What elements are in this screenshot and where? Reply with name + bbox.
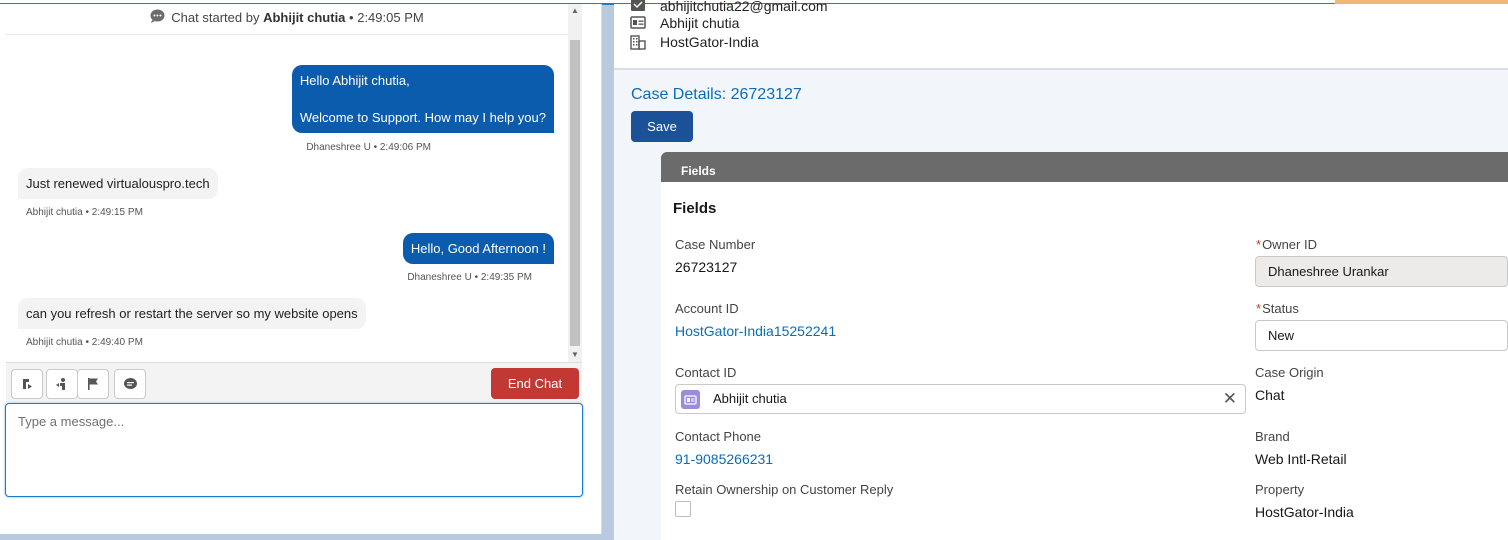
raise-flag-icon	[56, 378, 65, 390]
contact-company: HostGator-India	[660, 34, 759, 50]
chat-panel: Chat started by Abhijit chutia • 2:49:05…	[0, 4, 602, 534]
building-icon	[630, 34, 646, 50]
status-label-text: Status	[1262, 301, 1299, 316]
required-marker: *	[1256, 237, 1262, 252]
status-select[interactable]: New	[1255, 320, 1508, 351]
fields-heading: Fields	[673, 200, 717, 217]
contact-name: Abhijit chutia	[660, 15, 740, 31]
agent-message: Hello, Good Afternoon !	[402, 233, 554, 264]
transfer-icon	[23, 379, 32, 389]
owner-id-label: *Owner ID	[1256, 237, 1317, 252]
message-meta: Dhaneshree U • 2:49:35 PM	[407, 272, 532, 283]
required-marker: *	[1256, 301, 1262, 316]
contact-card-icon	[630, 15, 646, 31]
contact-name-row: Abhijit chutia	[630, 15, 739, 31]
contact-phone-link[interactable]: 91-9085266231	[675, 451, 773, 467]
chat-toolbar: End Chat	[6, 362, 582, 402]
contact-phone-label: Contact Phone	[675, 429, 762, 444]
agent-message-line: Hello Abhijit chutia,	[299, 73, 410, 88]
raise-flag-button[interactable]	[46, 369, 78, 399]
scrollbar-thumb[interactable]	[570, 40, 580, 346]
account-id-link[interactable]: HostGator-India15252241	[675, 323, 836, 339]
agent-message-line: Welcome to Support. How may I help you?	[299, 110, 546, 125]
message-meta: Abhijit chutia • 2:49:40 PM	[26, 337, 143, 348]
flag-button[interactable]	[77, 369, 109, 399]
contact-company-row: HostGator-India	[630, 34, 759, 50]
quick-text-button[interactable]	[114, 369, 146, 399]
account-id-label: Account ID	[675, 301, 739, 316]
property-label: Property	[1255, 482, 1305, 497]
clear-icon[interactable]: ✕	[1223, 389, 1237, 409]
agent-message: Hello Abhijit chutia, Welcome to Support…	[291, 65, 554, 133]
customer-message: can you refresh or restart the server so…	[18, 298, 366, 329]
contact-id-value: Abhijit chutia	[713, 391, 787, 406]
flag-icon	[88, 378, 98, 390]
contact-id-label: Contact ID	[675, 365, 737, 380]
message-input[interactable]	[5, 403, 583, 497]
chat-header-prefix: Chat started by	[171, 10, 260, 25]
customer-message: Just renewed virtualouspro.tech	[18, 168, 218, 199]
save-button[interactable]: Save	[631, 111, 693, 142]
end-chat-button[interactable]: End Chat	[491, 368, 579, 399]
status-label: *Status	[1256, 301, 1299, 316]
scroll-down-arrow-icon[interactable]: ▼	[568, 348, 582, 362]
contact-id-lookup[interactable]: Abhijit chutia ✕	[675, 384, 1246, 414]
case-details-area: Case Details: 26723127 Save Fields Field…	[614, 70, 1508, 540]
owner-id-field[interactable]: Dhaneshree Urankar	[1255, 256, 1508, 287]
contact-summary: abhijitchutia22@gmail.com Abhijit chutia…	[614, 0, 1508, 68]
contact-email-row: abhijitchutia22@gmail.com	[630, 0, 828, 14]
owner-id-label-text: Owner ID	[1262, 237, 1317, 252]
retain-ownership-checkbox[interactable]	[675, 501, 691, 517]
retain-ownership-label: Retain Ownership on Customer Reply	[675, 482, 894, 497]
case-details-title: Case Details: 26723127	[631, 86, 802, 103]
chat-header: Chat started by Abhijit chutia • 2:49:05…	[6, 4, 568, 35]
chat-header-name: Abhijit chutia	[263, 10, 346, 25]
fields-section-band[interactable]: Fields	[661, 152, 1508, 182]
email-icon	[630, 0, 646, 14]
chat-bubble-icon	[150, 5, 165, 32]
brand-value: Web Intl-Retail	[1255, 451, 1347, 467]
fields-card: Fields Fields Case Number 26723127 Accou…	[661, 152, 1508, 540]
brand-label: Brand	[1255, 429, 1290, 444]
scroll-up-arrow-icon[interactable]: ▲	[568, 4, 582, 18]
chat-header-time: • 2:49:05 PM	[349, 10, 424, 25]
message-meta: Abhijit chutia • 2:49:15 PM	[26, 207, 143, 218]
contact-card-icon	[681, 390, 700, 409]
case-origin-value: Chat	[1255, 387, 1285, 403]
quick-text-icon	[123, 378, 137, 389]
chat-scrollbar[interactable]: ▲ ▼	[568, 4, 582, 362]
chat-transcript: Chat started by Abhijit chutia • 2:49:05…	[6, 4, 568, 362]
transfer-button[interactable]	[11, 369, 43, 399]
contact-email[interactable]: abhijitchutia22@gmail.com	[660, 0, 828, 14]
message-meta: Dhaneshree U • 2:49:06 PM	[306, 142, 431, 153]
case-number-value: 26723127	[675, 259, 738, 275]
case-origin-label: Case Origin	[1255, 365, 1324, 380]
property-value: HostGator-India	[1255, 504, 1354, 520]
case-number-label: Case Number	[675, 237, 756, 252]
